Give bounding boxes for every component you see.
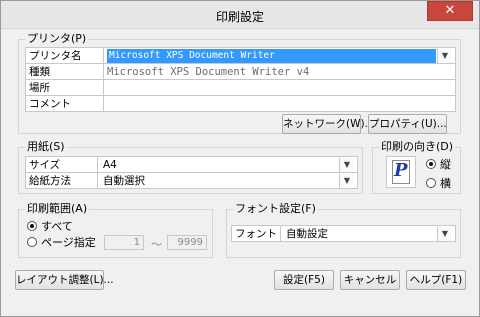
font-label: フォント (231, 225, 281, 242)
paper-row-size: サイズ A4 ▼ (25, 156, 358, 173)
printer-name-label: プリンタ名 (25, 47, 104, 64)
font-select[interactable]: 自動設定 ▼ (280, 225, 456, 242)
paper-source-value: 自動選択 (103, 174, 145, 187)
printer-row-name: プリンタ名 Microsoft XPS Document Writer ▼ (25, 47, 456, 64)
orientation-landscape-label: 横 (440, 177, 451, 190)
paper-size-label: サイズ (25, 156, 98, 173)
printer-comment-label: コメント (25, 95, 104, 112)
printer-comment-value (103, 95, 456, 112)
radio-on-icon (27, 221, 37, 231)
printer-name-value: Microsoft XPS Document Writer (107, 48, 436, 63)
help-button[interactable]: ヘルプ(F1) (406, 270, 466, 290)
range-pages-label: ページ指定 (41, 236, 96, 249)
printer-group-label: プリンタ(P) (25, 32, 89, 46)
orientation-portrait-radio[interactable]: 縦 (426, 158, 451, 171)
range-all-radio[interactable]: すべて (27, 220, 73, 233)
paper-row-source: 給紙方法 自動選択 ▼ (25, 172, 358, 189)
chevron-down-icon[interactable]: ▼ (339, 173, 354, 188)
print-range-group-label: 印刷範囲(A) (25, 202, 90, 216)
paper-table: サイズ A4 ▼ 給紙方法 自動選択 ▼ (25, 156, 358, 189)
orientation-portrait-label: 縦 (440, 158, 451, 171)
orientation-group-label: 印刷の向き(D) (379, 140, 456, 154)
printer-table: プリンタ名 Microsoft XPS Document Writer ▼ 種類… (25, 47, 456, 112)
paper-size-value: A4 (103, 158, 117, 171)
chevron-down-icon[interactable]: ▼ (437, 226, 452, 241)
printer-row-location: 場所 (25, 79, 456, 96)
printer-type-label: 種類 (25, 63, 104, 80)
orientation-landscape-radio[interactable]: 横 (426, 177, 451, 190)
close-button[interactable]: ✕ (427, 1, 473, 21)
range-pages-radio[interactable]: ページ指定 (27, 236, 96, 249)
network-button[interactable]: ネットワーク(W)... (282, 114, 375, 134)
title-bar: 印刷設定 ✕ (1, 1, 479, 29)
font-table: フォント 自動設定 ▼ (231, 225, 456, 242)
printer-row-comment: コメント (25, 95, 456, 112)
paper-size-select[interactable]: A4 ▼ (97, 156, 358, 173)
portrait-preview-icon: P (386, 156, 416, 188)
radio-off-icon (426, 178, 436, 188)
properties-button[interactable]: プロパティ(U)... (368, 114, 447, 134)
range-from-input[interactable]: 1 (104, 235, 144, 250)
paper-group-label: 用紙(S) (25, 140, 67, 154)
portrait-preview-glyph: P (394, 160, 408, 181)
radio-on-icon (426, 159, 436, 169)
radio-off-icon (27, 237, 37, 247)
font-value: 自動設定 (286, 227, 328, 240)
print-settings-dialog: 印刷設定 ✕ プリンタ(P) プリンタ名 Microsoft XPS Docum… (0, 0, 480, 317)
font-row: フォント 自動設定 ▼ (231, 225, 456, 242)
window-title: 印刷設定 (215, 10, 264, 24)
paper-source-label: 給紙方法 (25, 172, 98, 189)
printer-row-type: 種類 Microsoft XPS Document Writer v4 (25, 63, 456, 80)
font-group-label: フォント設定(F) (233, 202, 318, 216)
layout-adjust-button[interactable]: レイアウト調整(L)... (15, 270, 114, 290)
range-to-input[interactable]: 9999 (167, 235, 207, 250)
print-range-group: 印刷範囲(A) (18, 202, 213, 258)
cancel-button[interactable]: キャンセル (340, 270, 400, 290)
ok-button[interactable]: 設定(F5) (274, 270, 334, 290)
printer-location-value (103, 79, 456, 96)
range-all-label: すべて (41, 220, 73, 233)
printer-location-label: 場所 (25, 79, 104, 96)
paper-source-select[interactable]: 自動選択 ▼ (97, 172, 358, 189)
printer-type-value: Microsoft XPS Document Writer v4 (103, 63, 456, 80)
range-separator: ～ (151, 238, 162, 251)
chevron-down-icon[interactable]: ▼ (339, 157, 354, 172)
printer-name-select[interactable]: Microsoft XPS Document Writer ▼ (103, 47, 456, 64)
chevron-down-icon[interactable]: ▼ (437, 48, 452, 63)
